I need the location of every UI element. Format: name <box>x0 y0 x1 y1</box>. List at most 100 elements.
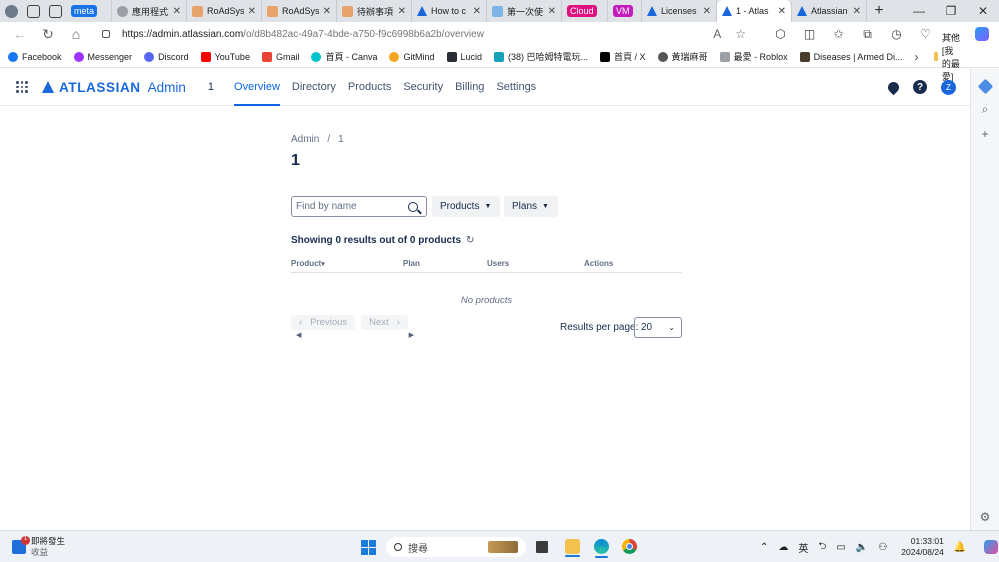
language-switch-icon[interactable]: ⮌ <box>818 539 826 556</box>
previous-button[interactable]: ‹ Previous <box>291 315 356 330</box>
widgets-button[interactable]: 1 即將發生 收益 <box>12 535 65 557</box>
close-tab-icon[interactable]: ✕ <box>173 6 181 17</box>
nav-settings[interactable]: Settings <box>490 69 542 106</box>
products-filter-button[interactable]: Products ▼ <box>432 196 500 217</box>
url-field[interactable]: https://admin.atlassian.com/o/d8b482ac-4… <box>94 24 754 44</box>
breadcrumb-admin[interactable]: Admin <box>291 134 319 145</box>
sidebar-add-icon[interactable]: + <box>981 127 988 141</box>
display-icon[interactable]: ▭ <box>836 542 845 553</box>
ime-indicator[interactable]: 英 <box>798 540 808 555</box>
browser-tab-active[interactable]: 1 - Atlas ✕ <box>717 0 792 22</box>
browser-tab[interactable]: Atlassian ✕ <box>792 0 867 22</box>
close-tab-icon[interactable]: ✕ <box>853 6 861 17</box>
shopping-tag-icon[interactable] <box>977 78 993 95</box>
extensions-icon[interactable]: ⬡ <box>766 27 795 42</box>
bookmark-discord[interactable]: Discord <box>144 51 189 62</box>
close-tab-icon[interactable]: ✕ <box>323 6 331 17</box>
read-aloud-icon[interactable]: A <box>713 27 721 41</box>
nav-products[interactable]: Products <box>342 69 397 106</box>
profile-icon[interactable] <box>0 0 22 22</box>
chevron-up-icon[interactable]: ⌃ <box>760 542 768 553</box>
nav-security[interactable]: Security <box>397 69 449 106</box>
scroll-right-icon[interactable]: ▶ <box>409 331 414 339</box>
file-explorer-icon[interactable] <box>565 539 580 557</box>
browser-tab[interactable]: RoAdSyst ✕ <box>187 0 262 22</box>
pagination-scrollbar[interactable]: ◀ ▶ <box>296 331 414 339</box>
plans-filter-button[interactable]: Plans ▼ <box>504 196 558 217</box>
history-icon[interactable]: ◷ <box>882 27 911 42</box>
search-input[interactable] <box>296 201 404 212</box>
copilot-icon[interactable] <box>984 540 999 554</box>
refresh-icon[interactable]: ↻ <box>34 26 62 43</box>
close-tab-icon[interactable]: ✕ <box>473 6 481 17</box>
bookmark-channel[interactable]: 黃瑞麻哥 <box>657 50 708 63</box>
browser-tab[interactable]: RoAdSyst ✕ <box>262 0 337 22</box>
chevron-right-icon[interactable]: › <box>914 50 918 64</box>
clock[interactable]: 01:33:01 2024/08/24 <box>901 536 944 557</box>
atlassian-admin-logo[interactable]: ATLASSIAN Admin <box>42 80 186 95</box>
next-button[interactable]: Next › <box>361 315 408 330</box>
browser-tab[interactable]: 應用程式 ✕ <box>112 0 187 22</box>
bookmark-gmail[interactable]: Gmail <box>261 51 299 62</box>
close-tab-icon[interactable]: ✕ <box>548 6 556 17</box>
home-icon[interactable]: ⌂ <box>62 26 90 42</box>
workspaces-icon[interactable] <box>22 0 44 22</box>
close-tab-icon[interactable]: ✕ <box>778 6 786 17</box>
split-screen-icon[interactable]: ◫ <box>795 27 824 42</box>
bookmark-youtube[interactable]: YouTube <box>200 51 250 62</box>
chrome-browser-icon[interactable] <box>622 539 637 554</box>
edge-browser-icon[interactable] <box>594 539 609 558</box>
notification-bell-icon[interactable]: 🔔 <box>954 542 966 553</box>
refresh-icon[interactable]: ↻ <box>466 235 474 246</box>
app-switcher-icon[interactable] <box>16 81 28 93</box>
column-header-product[interactable]: Product▾ <box>291 259 325 268</box>
bookmark-x[interactable]: 首頁 / X <box>600 50 646 63</box>
restore-icon[interactable]: ❐ <box>935 4 967 18</box>
copilot-icon[interactable] <box>975 27 989 41</box>
bookmark-facebook[interactable]: Facebook <box>8 51 62 62</box>
favorite-star-icon[interactable]: ☆ <box>735 27 746 41</box>
browser-tab[interactable]: How to c ✕ <box>412 0 487 22</box>
bookmark-lucid[interactable]: Lucid <box>446 51 482 62</box>
bookmark-bahamut[interactable]: (38) 巴哈姆特電玩... <box>494 50 588 63</box>
sidebar-search-icon[interactable]: ⌕ <box>982 102 989 117</box>
bookmark-diseases[interactable]: Diseases | Armed Di... <box>799 51 902 62</box>
minimize-icon[interactable]: — <box>903 4 935 18</box>
breadcrumb-current[interactable]: 1 <box>338 134 344 145</box>
new-tab-button[interactable]: + <box>867 2 891 20</box>
nav-billing[interactable]: Billing <box>449 69 490 106</box>
sidebar-settings-gear-icon[interactable]: ⚙ <box>980 510 991 524</box>
rocket-icon[interactable] <box>885 79 902 95</box>
favorites-icon[interactable]: ✩ <box>824 27 853 42</box>
tab-actions-icon[interactable] <box>44 0 66 22</box>
search-icon[interactable] <box>408 201 418 212</box>
org-switcher[interactable]: 1 <box>208 81 214 93</box>
browser-tab-cloud[interactable]: Cloud <box>562 0 608 22</box>
close-tab-icon[interactable]: ✕ <box>398 6 406 17</box>
bookmark-roblox[interactable]: 最愛 - Roblox <box>719 50 788 63</box>
bookmark-canva[interactable]: 首頁 - Canva <box>311 50 377 63</box>
network-icon[interactable]: ⚇ <box>878 542 887 553</box>
bookmark-messenger[interactable]: Messenger <box>73 51 132 62</box>
windows-start-icon[interactable] <box>361 540 376 555</box>
help-icon[interactable]: ? <box>913 80 927 94</box>
nav-directory[interactable]: Directory <box>286 69 342 106</box>
back-icon[interactable]: ← <box>6 26 34 42</box>
close-tab-icon[interactable]: ✕ <box>703 6 711 17</box>
close-window-icon[interactable]: ✕ <box>967 4 999 18</box>
taskbar-search[interactable]: 搜尋 <box>386 537 526 557</box>
nav-overview[interactable]: Overview <box>228 69 286 106</box>
browser-tab-vm[interactable]: VM <box>608 0 642 22</box>
volume-icon[interactable]: 🔈 <box>856 542 868 553</box>
bookmark-gitmind[interactable]: GitMind <box>389 51 435 62</box>
results-per-page-select[interactable]: 20 ⌄ <box>634 317 682 338</box>
terminal-icon[interactable] <box>536 541 548 553</box>
collections-icon[interactable]: ⧉ <box>853 27 882 42</box>
close-tab-icon[interactable]: ✕ <box>248 6 256 17</box>
browser-tab[interactable]: 第一次使 ✕ <box>487 0 562 22</box>
avatar[interactable]: Z <box>941 79 956 95</box>
scroll-left-icon[interactable]: ◀ <box>296 331 301 339</box>
cloud-icon[interactable]: ☁ <box>778 542 788 553</box>
lock-icon[interactable] <box>102 30 110 38</box>
browser-tab[interactable]: Licenses ✕ <box>642 0 717 22</box>
